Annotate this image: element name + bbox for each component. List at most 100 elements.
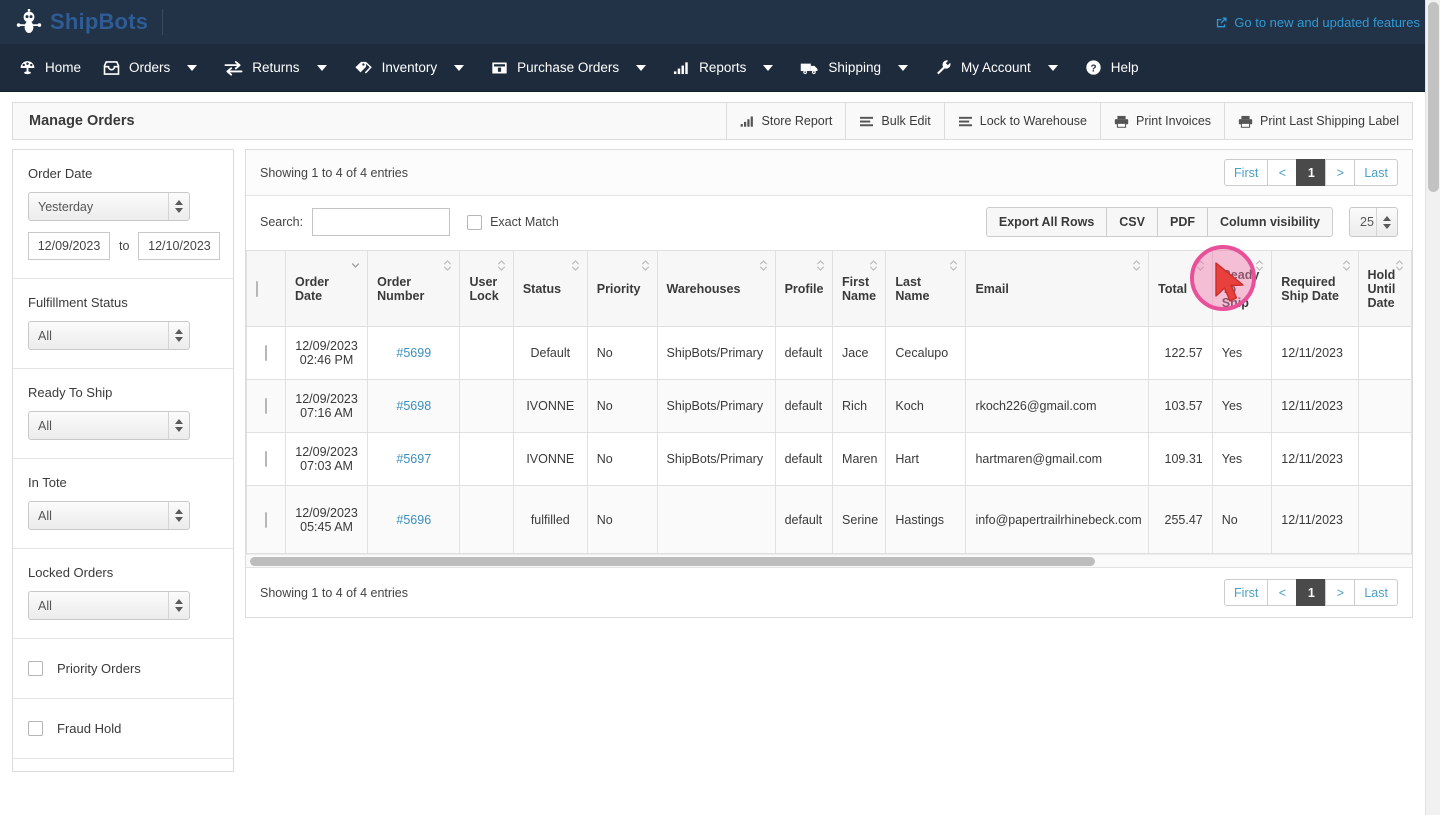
table-row[interactable]: 12/09/2023 02:46 PM #5699 Default No Shi… [246,326,1412,380]
page-number-button-bottom[interactable]: 1 [1296,579,1327,606]
table-row[interactable]: 12/09/2023 07:03 AM #5697 IVONNE No Ship… [246,432,1412,486]
table-horizontal-scroll-thumb[interactable] [250,557,1096,566]
th-priority[interactable]: Priority [586,250,658,327]
print-last-shipping-label-button[interactable]: Print Last Shipping Label [1224,103,1412,139]
nav-caret-purchase-orders[interactable] [636,64,647,71]
nav-caret-returns[interactable] [316,64,327,71]
printer-icon [1114,115,1129,128]
in-tote-select[interactable]: All [28,501,190,530]
th-warehouses[interactable]: Warehouses [656,250,776,327]
print-invoices-button[interactable]: Print Invoices [1099,103,1224,139]
cell-hold-until-date [1357,485,1412,554]
th-total[interactable]: Total [1148,250,1213,327]
nav-item-purchase-orders[interactable]: Purchase Orders [480,44,630,92]
order-date-preset-select[interactable]: Yesterday [28,192,190,221]
cell-order-number[interactable]: #5699 [367,326,461,380]
csv-button[interactable]: CSV [1106,207,1158,237]
order-date-from-input[interactable] [28,232,110,260]
th-required-ship-date[interactable]: Required Ship Date [1271,250,1359,327]
page-prev-button-top[interactable]: < [1267,159,1298,186]
page-vertical-scrollbar[interactable] [1425,0,1440,815]
page-last-button-top[interactable]: Last [1354,159,1398,186]
column-visibility-button[interactable]: Column visibility [1206,207,1333,237]
pdf-button[interactable]: PDF [1156,207,1208,237]
th-first-name[interactable]: First Name [832,250,887,327]
row-select-cell[interactable] [246,432,286,486]
lock-to-warehouse-button[interactable]: Lock to Warehouse [943,103,1100,139]
cell-order-number[interactable]: #5697 [367,432,461,486]
row-checkbox[interactable] [265,511,267,528]
new-features-link[interactable]: Go to new and updated features [1215,15,1426,30]
table-horizontal-scrollbar[interactable] [246,554,1412,567]
row-select-cell[interactable] [246,485,286,554]
nav-caret-reports[interactable] [763,64,774,71]
th-select-all[interactable] [246,250,286,327]
bulk-edit-button[interactable]: Bulk Edit [845,103,943,139]
fulfillment-status-select[interactable]: All [28,321,190,350]
row-checkbox[interactable] [265,398,267,414]
th-priority-label: Priority [596,281,641,296]
nav-item-shipping[interactable]: Shipping [789,44,892,92]
sort-both-icon [1342,259,1351,272]
nav-item-reports[interactable]: Reports [662,44,757,92]
nav-item-home[interactable]: Home [8,44,92,92]
th-email[interactable]: Email [965,250,1150,327]
th-hold-until-date[interactable]: Hold Until Date [1357,250,1412,327]
nav-item-returns[interactable]: Returns [213,44,310,92]
order-number-link[interactable]: #5699 [396,346,431,360]
th-order-number[interactable]: Order Number [367,250,461,327]
brand-logo[interactable]: ShipBots [16,8,148,35]
nav-caret-orders[interactable] [187,64,198,71]
cell-order-number[interactable]: #5696 [367,485,461,554]
order-date-to-input[interactable] [138,232,221,260]
th-user-lock[interactable]: User Lock [459,250,514,327]
exchange-icon [224,60,243,76]
th-status[interactable]: Status [512,250,588,327]
priority-orders-checkbox[interactable] [28,661,43,676]
cell-user-lock [459,379,514,433]
nav-caret-shipping[interactable] [897,64,908,71]
ready-to-ship-select[interactable]: All [28,411,190,440]
table-row[interactable]: 12/09/2023 05:45 AM #5696 fulfilled No d… [246,485,1412,554]
nav-item-inventory[interactable]: Inventory [343,44,449,92]
th-ready-to-ship[interactable]: Ready To Ship [1211,250,1273,327]
export-all-rows-button[interactable]: Export All Rows [985,207,1108,237]
nav-item-help[interactable]: ? Help [1074,44,1150,92]
exact-match-checkbox[interactable] [467,214,483,230]
nav-item-my-account[interactable]: My Account [924,44,1042,92]
nav-item-orders[interactable]: Orders [92,44,181,92]
order-number-link[interactable]: #5697 [396,452,431,466]
row-select-cell[interactable] [246,326,286,380]
nav-caret-inventory[interactable] [454,64,465,71]
page-next-button-bottom[interactable]: > [1325,579,1356,606]
store-report-button[interactable]: Store Report [725,103,846,139]
page-last-button-bottom[interactable]: Last [1354,579,1398,606]
page-first-button-top[interactable]: First [1224,159,1269,186]
page-number-button-top[interactable]: 1 [1296,159,1327,186]
row-select-cell[interactable] [246,379,286,433]
row-checkbox[interactable] [265,451,267,467]
cell-order-number[interactable]: #5698 [367,379,461,433]
page-prev-button-bottom[interactable]: < [1267,579,1298,606]
row-checkbox[interactable] [265,345,267,361]
fraud-hold-checkbox[interactable] [28,721,43,736]
th-last-name[interactable]: Last Name [885,250,967,327]
page-length-select[interactable]: 25 [1349,207,1398,237]
search-input[interactable] [312,208,451,236]
cell-profile: default [774,379,834,433]
th-order-date[interactable]: Order Date [284,250,369,327]
page-first-button-bottom[interactable]: First [1224,579,1269,606]
svg-text:?: ? [1090,63,1096,74]
locked-orders-select[interactable]: All [28,591,190,620]
cell-warehouses [656,485,776,554]
nav-caret-my-account[interactable] [1047,64,1058,71]
dashboard-icon [19,59,36,76]
table-row[interactable]: 12/09/2023 07:16 AM #5698 IVONNE No Ship… [246,379,1412,433]
page-next-button-top[interactable]: > [1325,159,1356,186]
print-invoices-label: Print Invoices [1135,114,1212,128]
order-number-link[interactable]: #5696 [396,513,431,527]
select-all-checkbox[interactable] [256,280,258,297]
order-number-link[interactable]: #5698 [396,399,431,413]
th-profile[interactable]: Profile [774,250,834,327]
page-vertical-scroll-thumb[interactable] [1428,2,1439,192]
